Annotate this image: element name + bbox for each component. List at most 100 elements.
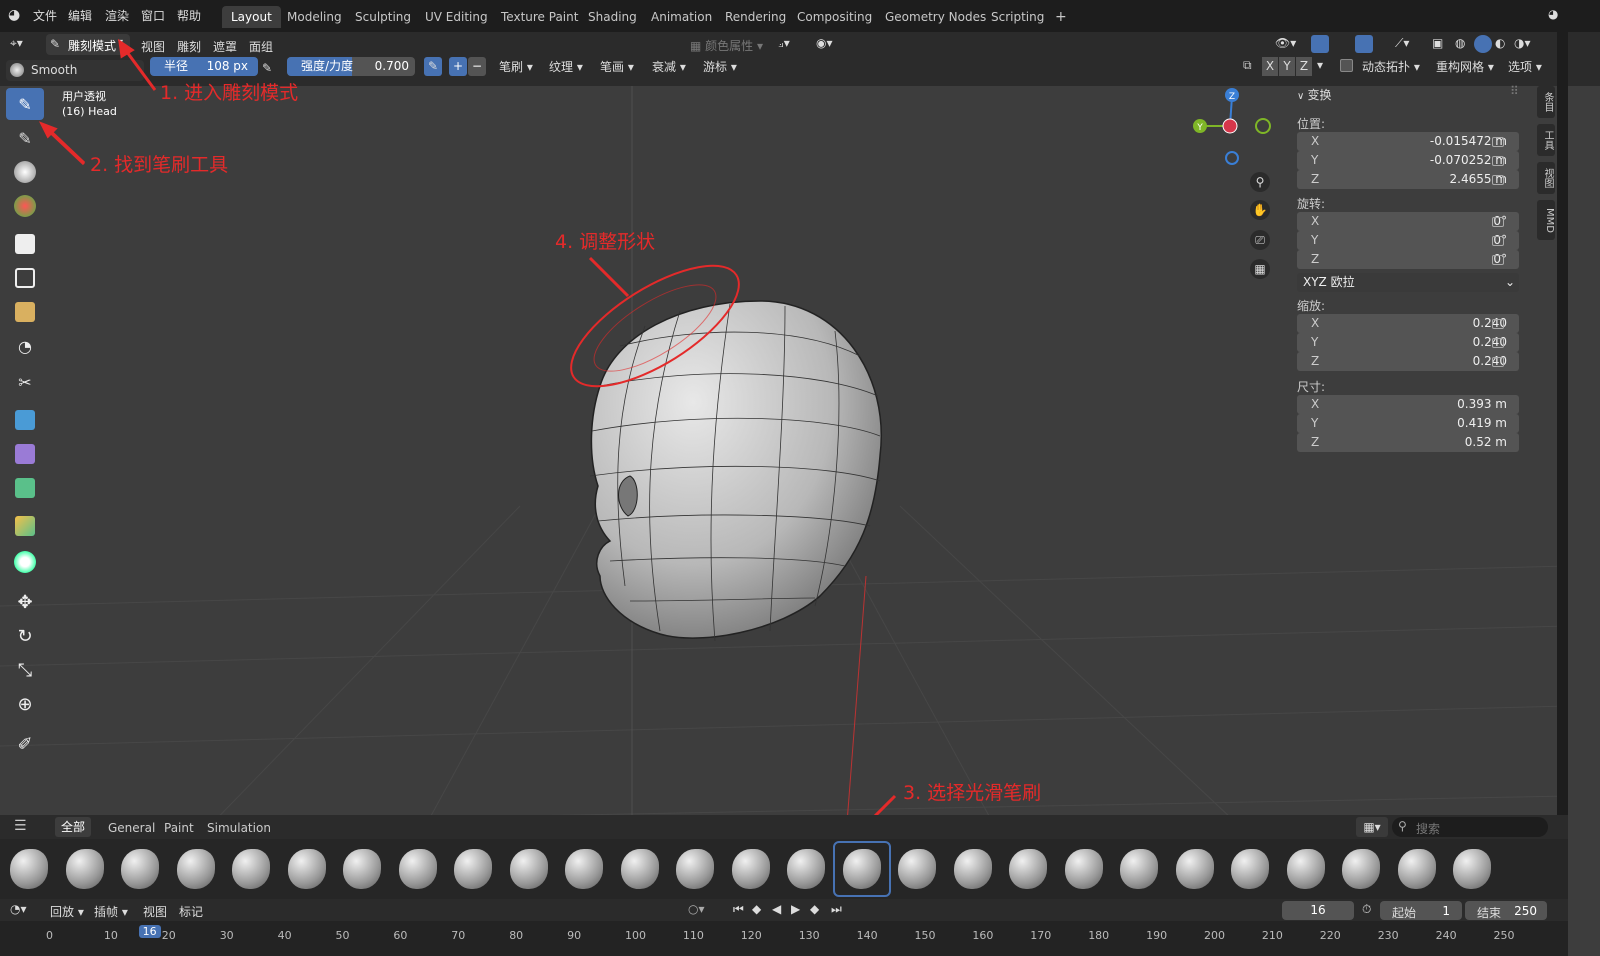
brush-thumbnail[interactable] bbox=[1279, 843, 1333, 895]
tab-tool[interactable]: 工具 bbox=[1537, 124, 1555, 156]
asset-search-field[interactable]: ⚲ 搜索 bbox=[1392, 817, 1548, 837]
panel-grip-icon[interactable]: ⠿ bbox=[1510, 84, 1519, 98]
lock-icon[interactable] bbox=[1492, 236, 1504, 246]
brush-thumbnail[interactable] bbox=[446, 843, 500, 895]
lock-icon[interactable] bbox=[1492, 255, 1504, 265]
brush-thumbnail[interactable] bbox=[1223, 843, 1277, 895]
brush-thumbnail[interactable] bbox=[2, 843, 56, 895]
head-mesh[interactable] bbox=[590, 300, 882, 639]
tab-scripting[interactable]: Scripting bbox=[982, 6, 1053, 28]
texture-dropdown[interactable]: 纹理 ▾ bbox=[549, 58, 583, 75]
brush-thumbnail[interactable] bbox=[1334, 843, 1388, 895]
timeline-view-menu[interactable]: 视图 bbox=[143, 903, 167, 920]
jump-end-icon[interactable]: ⏭ bbox=[831, 902, 842, 917]
next-keyframe-icon[interactable]: ◆ bbox=[810, 902, 819, 916]
color-attribute-dropdown[interactable]: ▦ 颜色属性 ▾ bbox=[690, 37, 763, 54]
brush-thumbnail[interactable] bbox=[169, 843, 223, 895]
add-workspace-button[interactable]: + bbox=[1046, 6, 1076, 28]
frame-end-field[interactable]: 结束 250 bbox=[1465, 901, 1547, 920]
move-tool[interactable]: ✥ bbox=[6, 586, 44, 618]
brush-thumbnail[interactable] bbox=[890, 843, 944, 895]
gizmo-neg-z[interactable] bbox=[1225, 151, 1239, 165]
shelf-tab-simulation[interactable]: Simulation bbox=[207, 821, 271, 835]
tab-compositing[interactable]: Compositing bbox=[788, 6, 881, 28]
transform-panel-header[interactable]: ∨ 变换 bbox=[1297, 86, 1332, 103]
brush-thumbnail[interactable] bbox=[391, 843, 445, 895]
playback-dropdown[interactable]: 回放 ▾ bbox=[50, 903, 84, 920]
dyntopo-checkbox[interactable] bbox=[1340, 59, 1353, 72]
shelf-tab-paint[interactable]: Paint bbox=[164, 821, 194, 835]
menu-window[interactable]: 窗口 bbox=[141, 7, 165, 24]
lock-icon[interactable] bbox=[1492, 338, 1504, 348]
scale-z-field[interactable]: Z 0.240 bbox=[1297, 352, 1519, 371]
tab-rendering[interactable]: Rendering bbox=[716, 6, 795, 28]
gizmo-x-axis[interactable] bbox=[1222, 118, 1238, 134]
scale-y-field[interactable]: Y 0.240 bbox=[1297, 333, 1519, 352]
timeline-marker-menu[interactable]: 标记 bbox=[179, 903, 203, 920]
frame-start-field[interactable]: 起始 1 bbox=[1380, 901, 1462, 920]
dimensions-x-field[interactable]: X 0.393 m bbox=[1297, 395, 1519, 414]
smooth-brush-thumbnail[interactable] bbox=[832, 841, 891, 897]
lock-icon[interactable] bbox=[1492, 357, 1504, 367]
shelf-tab-all[interactable]: 全部 bbox=[55, 817, 92, 837]
shelf-tab-general[interactable]: General bbox=[108, 821, 155, 835]
remesh-dropdown[interactable]: 重构网格 ▾ bbox=[1436, 58, 1494, 75]
overlay-icon[interactable] bbox=[1355, 35, 1373, 53]
annotate-tool[interactable]: ✐ bbox=[6, 728, 44, 760]
proportional-icon[interactable]: ◉▾ bbox=[816, 36, 833, 50]
direction-subtract-button[interactable]: − bbox=[468, 57, 486, 76]
menu-render[interactable]: 渲染 bbox=[105, 7, 129, 24]
location-y-field[interactable]: Y -0.070252 m bbox=[1297, 151, 1519, 170]
mask-tool[interactable] bbox=[6, 228, 44, 260]
brush-thumbnail[interactable] bbox=[113, 843, 167, 895]
rotation-mode-select[interactable]: XYZ 欧拉 ⌄ bbox=[1297, 273, 1519, 292]
pan-hand-icon[interactable]: ✋ bbox=[1250, 200, 1270, 220]
blender-logo-icon[interactable]: ◕ bbox=[8, 7, 20, 23]
material-shading-icon[interactable]: ◐ bbox=[1495, 36, 1505, 50]
gizmo-toggle-icon[interactable] bbox=[1311, 35, 1329, 53]
brush-thumbnail[interactable] bbox=[1445, 843, 1499, 895]
brush-thumbnail[interactable] bbox=[58, 843, 112, 895]
box-face-set-tool[interactable]: ◔ bbox=[6, 330, 44, 362]
brush-thumbnail[interactable] bbox=[1001, 843, 1055, 895]
tab-uv-editing[interactable]: UV Editing bbox=[416, 6, 497, 28]
falloff-dropdown[interactable]: 衰减 ▾ bbox=[652, 58, 686, 75]
location-z-field[interactable]: Z 2.4655 m bbox=[1297, 170, 1519, 189]
brush-thumbnail[interactable] bbox=[724, 843, 778, 895]
play-icon[interactable]: ▶ bbox=[791, 902, 800, 916]
menu-edit[interactable]: 编辑 bbox=[68, 7, 92, 24]
brush-thumbnail[interactable] bbox=[613, 843, 667, 895]
brush-dropdown[interactable]: 笔刷 ▾ bbox=[499, 58, 533, 75]
hamburger-icon[interactable]: ☰ bbox=[14, 818, 27, 834]
camera-icon[interactable]: ⎚ bbox=[1250, 230, 1270, 250]
navigation-gizmo[interactable]: Z Y bbox=[1188, 86, 1278, 166]
rotation-z-field[interactable]: Z 0° bbox=[1297, 250, 1519, 269]
tab-modeling[interactable]: Modeling bbox=[278, 6, 351, 28]
symmetry-chevron-icon[interactable]: ▾ bbox=[1317, 58, 1323, 72]
scene-icon[interactable]: ◕ bbox=[1548, 7, 1558, 21]
dyntopo-dropdown[interactable]: 动态拓扑 ▾ bbox=[1362, 58, 1420, 75]
lock-icon[interactable] bbox=[1492, 217, 1504, 227]
symmetry-icon[interactable]: ⧉ bbox=[1243, 58, 1252, 73]
pressure-strength-icon[interactable]: ✎ bbox=[424, 57, 442, 76]
tab-layout[interactable]: Layout bbox=[222, 6, 281, 28]
tab-animation[interactable]: Animation bbox=[642, 6, 721, 28]
brush-thumbnail[interactable] bbox=[224, 843, 278, 895]
wireframe-shading-icon[interactable]: ◍ bbox=[1455, 36, 1465, 50]
dimensions-y-field[interactable]: Y 0.419 m bbox=[1297, 414, 1519, 433]
prev-keyframe-icon[interactable]: ◆ bbox=[752, 902, 761, 916]
play-reverse-icon[interactable]: ◀ bbox=[772, 902, 781, 916]
symmetry-x-button[interactable]: X bbox=[1262, 57, 1278, 76]
auto-keying-icon[interactable]: ○▾ bbox=[688, 902, 705, 916]
color-filter-tool[interactable] bbox=[6, 510, 44, 542]
jump-start-icon[interactable]: ⏮ bbox=[733, 902, 744, 917]
timeline-ruler[interactable]: 0 10 16 20 30 40 50 60 70 80 90 100 110 120 130 140 150 1… bbox=[0, 921, 1568, 956]
box-hide-tool[interactable] bbox=[6, 296, 44, 328]
mesh-filter-tool[interactable] bbox=[6, 438, 44, 470]
solid-shading-icon[interactable] bbox=[1474, 35, 1492, 53]
symmetry-z-button[interactable]: Z bbox=[1296, 57, 1312, 76]
transform-tool[interactable]: ⊕ bbox=[6, 688, 44, 720]
display-size-icon[interactable]: ▦▾ bbox=[1356, 817, 1388, 837]
tab-texture-paint[interactable]: Texture Paint bbox=[492, 6, 587, 28]
scale-tool[interactable]: ⤡ bbox=[6, 654, 44, 686]
